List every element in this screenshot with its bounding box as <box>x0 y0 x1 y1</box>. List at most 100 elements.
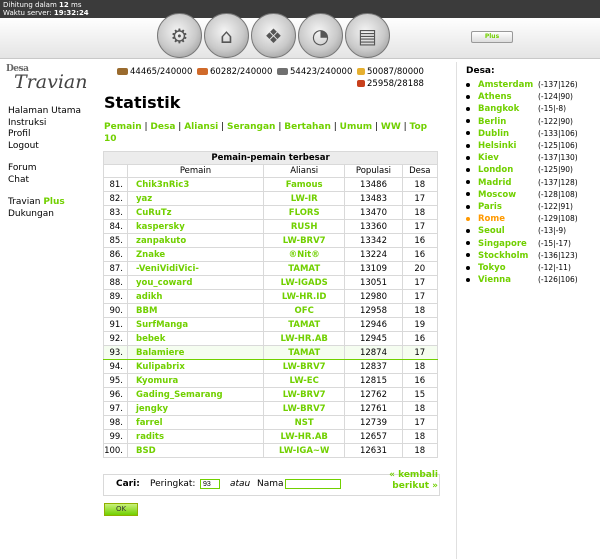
menu-item-home[interactable]: Halaman Utama <box>8 106 81 118</box>
player-link[interactable]: -VeniVidiVici- <box>136 264 199 274</box>
village-item[interactable]: Tokyo (-12|-11) <box>466 263 571 273</box>
alliance-link[interactable]: LW-BRV7 <box>283 404 326 414</box>
alliance-link[interactable]: TAMAT <box>288 348 320 358</box>
village-name[interactable]: Athens <box>478 92 538 102</box>
menu-item-travian-plus[interactable]: Travian Plus <box>8 197 81 209</box>
menu-item-instructions[interactable]: Instruksi <box>8 118 81 130</box>
tab-serangan[interactable]: Serangan <box>227 122 275 132</box>
player-link[interactable]: radits <box>136 432 164 442</box>
player-link[interactable]: CuRuTz <box>136 208 172 218</box>
village-name[interactable]: Rome <box>478 214 538 224</box>
village-name[interactable]: Madrid <box>478 178 538 188</box>
village-name[interactable]: Singapore <box>478 239 538 249</box>
player-link[interactable]: Znake <box>136 250 165 260</box>
tab-bertahan[interactable]: Bertahan <box>284 122 331 132</box>
alliance-link[interactable]: NST <box>295 418 314 428</box>
ok-button[interactable]: OK <box>104 503 138 516</box>
menu-item-profile[interactable]: Profil <box>8 129 81 141</box>
village-item[interactable]: Helsinki (-125|106) <box>466 141 578 151</box>
village-name[interactable]: Dublin <box>478 129 538 139</box>
village-name[interactable]: Paris <box>478 202 538 212</box>
player-link[interactable]: zanpakuto <box>136 236 186 246</box>
player-link[interactable]: Kulipabrix <box>136 362 185 372</box>
tab-aliansi[interactable]: Aliansi <box>184 122 218 132</box>
player-link[interactable]: yaz <box>136 194 152 204</box>
alliance-link[interactable]: TAMAT <box>288 264 320 274</box>
rank-input[interactable] <box>200 479 220 489</box>
village-item[interactable]: Seoul (-13|-9) <box>466 226 566 236</box>
alliance-link[interactable]: ®Nit® <box>289 250 320 260</box>
village-name[interactable]: Kiev <box>478 153 538 163</box>
player-link[interactable]: farrel <box>136 418 163 428</box>
menu-item-support[interactable]: Dukungan <box>8 209 81 221</box>
alliance-link[interactable]: LW-HR.AB <box>281 432 328 442</box>
village-item[interactable]: Paris (-122|91) <box>466 202 573 212</box>
menu-item-chat[interactable]: Chat <box>8 175 81 187</box>
village-center-icon[interactable]: ⌂ <box>204 13 249 58</box>
name-input[interactable] <box>285 479 341 489</box>
menu-item-forum[interactable]: Forum <box>8 163 81 175</box>
player-link[interactable]: bebek <box>136 334 165 344</box>
map-icon[interactable]: ❖ <box>251 13 296 58</box>
player-link[interactable]: Gading_Semarang <box>136 390 223 400</box>
village-item[interactable]: Singapore (-15|-17) <box>466 239 571 249</box>
village-item[interactable]: Berlin (-122|90) <box>466 117 573 127</box>
village-name[interactable]: Vienna <box>478 275 538 285</box>
village-item[interactable]: Amsterdam (-137|126) <box>466 80 578 90</box>
village-item[interactable]: Rome (-129|108) <box>466 214 578 224</box>
player-link[interactable]: Chik3nRic3 <box>136 180 189 190</box>
alliance-link[interactable]: TAMAT <box>288 320 320 330</box>
alliance-link[interactable]: LW-HR.AB <box>281 334 328 344</box>
back-link[interactable]: « kembali <box>374 470 438 481</box>
alliance-link[interactable]: LW-BRV7 <box>283 362 326 372</box>
village-overview-icon[interactable]: ⚙ <box>157 13 202 58</box>
village-name[interactable]: Berlin <box>478 117 538 127</box>
next-link[interactable]: berikut » <box>374 481 438 492</box>
travian-logo[interactable]: Desa Travian <box>6 64 87 94</box>
village-item[interactable]: Madrid (-137|128) <box>466 178 578 188</box>
alliance-link[interactable]: LW-HR.ID <box>282 292 327 302</box>
tab-pemain[interactable]: Pemain <box>104 122 142 132</box>
village-name[interactable]: Tokyo <box>478 263 538 273</box>
village-item[interactable]: Bangkok (-15|-8) <box>466 104 566 114</box>
village-name[interactable]: Helsinki <box>478 141 538 151</box>
village-item[interactable]: Stockholm (-136|123) <box>466 251 578 261</box>
player-link[interactable]: kaspersky <box>136 222 185 232</box>
alliance-link[interactable]: LW-IGA~W <box>279 446 330 456</box>
village-item[interactable]: Athens (-124|90) <box>466 92 573 102</box>
alliance-link[interactable]: LW-BRV7 <box>283 390 326 400</box>
player-link[interactable]: Kyomura <box>136 376 178 386</box>
village-item[interactable]: Dublin (-133|106) <box>466 129 578 139</box>
alliance-link[interactable]: LW-IR <box>291 194 318 204</box>
village-name[interactable]: Amsterdam <box>478 80 538 90</box>
player-link[interactable]: you_coward <box>136 278 192 288</box>
player-link[interactable]: Balamiere <box>136 348 184 358</box>
village-item[interactable]: Kiev (-137|130) <box>466 153 578 163</box>
village-name[interactable]: Seoul <box>478 226 538 236</box>
menu-item-logout[interactable]: Logout <box>8 141 81 153</box>
village-name[interactable]: Stockholm <box>478 251 538 261</box>
player-link[interactable]: adikh <box>136 292 162 302</box>
alliance-link[interactable]: FLORS <box>289 208 320 218</box>
alliance-link[interactable]: OFC <box>295 306 314 316</box>
alliance-link[interactable]: LW-IGADS <box>281 278 328 288</box>
player-link[interactable]: SurfManga <box>136 320 188 330</box>
player-link[interactable]: BBM <box>136 306 157 316</box>
village-item[interactable]: London (-125|90) <box>466 165 573 175</box>
statistics-icon[interactable]: ◔ <box>298 13 343 58</box>
alliance-link[interactable]: LW-BRV7 <box>283 236 326 246</box>
tab-desa[interactable]: Desa <box>150 122 175 132</box>
reports-icon[interactable]: ▤ <box>345 13 390 58</box>
village-name[interactable]: Bangkok <box>478 104 538 114</box>
player-link[interactable]: BSD <box>136 446 156 456</box>
tab-ww[interactable]: WW <box>381 122 401 132</box>
village-name[interactable]: London <box>478 165 538 175</box>
alliance-link[interactable]: RUSH <box>291 222 318 232</box>
village-item[interactable]: Vienna (-126|106) <box>466 275 578 285</box>
tab-umum[interactable]: Umum <box>340 122 372 132</box>
plus-button[interactable]: Plus <box>471 31 513 43</box>
alliance-link[interactable]: LW-EC <box>290 376 319 386</box>
player-link[interactable]: jengky <box>136 404 168 414</box>
alliance-link[interactable]: Famous <box>286 180 323 190</box>
village-name[interactable]: Moscow <box>478 190 538 200</box>
